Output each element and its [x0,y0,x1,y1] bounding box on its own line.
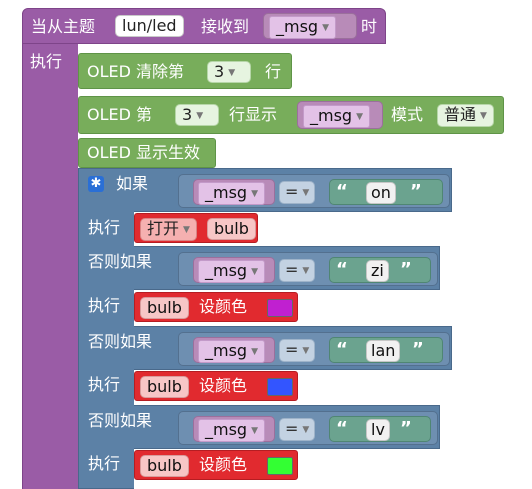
bulb-target-1[interactable]: bulb [140,297,189,319]
if-cond-1-string[interactable]: “ zi ” [329,257,431,283]
if-cond-0-string[interactable]: “ on ” [329,179,443,205]
event-body-spine [22,44,78,489]
bulb-target-2[interactable]: bulb [140,376,189,398]
gear-icon[interactable]: ✱ [88,176,104,192]
do-label-1: 执行 [88,296,121,315]
if-cond-3-value[interactable]: lv [366,419,390,441]
bulb-target-3[interactable]: bulb [140,455,189,477]
chevron-down-icon: ▼ [302,425,310,435]
open-quote-icon: “ [336,418,348,439]
do-label-3: 执行 [88,454,121,473]
if-cond-3-var-dropdown[interactable]: _msg ▼ [198,419,265,442]
color-swatch-2[interactable] [267,378,293,396]
if-cond-2[interactable]: _msg ▼ = ▼ “ lan ” [178,332,450,366]
chevron-down-icon: ▼ [251,347,258,357]
chevron-down-icon: ▼ [251,426,258,436]
if-cond-2-value[interactable]: lan [366,340,401,362]
oled-show-var-slot[interactable]: _msg ▼ [297,101,383,129]
action-0[interactable]: 打开 ▼ bulb [134,213,258,243]
oled-clear-prefix: OLED 清除第 [87,62,185,81]
set-color-label-3: 设颜色 [199,455,248,474]
oled-clear-suffix: 行 [265,62,282,81]
if-cond-3-op[interactable]: = ▼ [279,418,316,441]
if-cond-1-op[interactable]: = ▼ [279,259,316,282]
event-var-dropdown[interactable]: _msg ▼ [269,16,336,39]
action-1[interactable]: bulb 设颜色 [134,292,298,322]
action-2[interactable]: bulb 设颜色 [134,371,298,401]
close-quote-icon: ” [400,418,412,439]
if-cond-1[interactable]: _msg ▼ = ▼ “ zi ” [178,252,438,286]
open-quote-icon: “ [336,181,348,202]
if-cond-1-var-dropdown[interactable]: _msg ▼ [198,260,265,283]
chevron-down-icon: ▼ [251,189,258,199]
switch-dropdown[interactable]: 打开 ▼ [140,218,197,241]
open-quote-icon: “ [336,259,348,280]
if-label: 如果 [116,174,149,193]
oled-clear-block[interactable]: OLED 清除第 3 ▼ 行 [78,53,292,89]
chevron-down-icon: ▼ [302,346,310,356]
chevron-down-icon: ▼ [196,111,204,121]
oled-show-mid: 行显示 [229,105,278,124]
elseif-label-2: 否则如果 [88,332,153,351]
do-label-0: 执行 [88,218,121,237]
chevron-down-icon: ▼ [302,188,310,198]
if-cond-3-var[interactable]: _msg ▼ [193,416,275,442]
set-color-label-1: 设颜色 [199,297,248,316]
chevron-down-icon: ▼ [480,111,487,121]
color-swatch-3[interactable] [267,457,293,475]
oled-show-var-dropdown[interactable]: _msg ▼ [303,105,370,128]
chevron-down-icon: ▼ [251,267,258,277]
oled-mode-dropdown[interactable]: 普通 ▼ [437,104,494,127]
if-cond-2-string[interactable]: “ lan ” [329,337,443,363]
close-quote-icon: ” [400,259,412,280]
close-quote-icon: ” [412,339,424,360]
open-quote-icon: “ [336,339,348,360]
if-cond-0-value[interactable]: on [366,182,396,204]
chevron-down-icon: ▼ [322,23,329,33]
if-cond-0-var-dropdown[interactable]: _msg ▼ [198,182,265,205]
oled-show-block[interactable]: OLED 第 3 ▼ 行显示 _msg ▼ 模式 普通 ▼ [78,96,504,134]
bulb-target-0[interactable]: bulb [207,218,256,240]
if-cond-1-value[interactable]: zi [366,260,389,282]
oled-show-line-slot[interactable]: 3 ▼ [175,104,219,126]
event-received-label: 接收到 [201,17,250,36]
if-cond-0-op[interactable]: = ▼ [279,181,316,204]
event-do-label: 执行 [30,52,63,71]
color-swatch-1[interactable] [267,299,293,317]
event-var-slot[interactable]: _msg ▼ [263,13,357,39]
if-cond-2-var[interactable]: _msg ▼ [193,337,275,363]
oled-apply-block[interactable]: OLED 显示生效 [78,138,216,168]
if-cond-1-var[interactable]: _msg ▼ [193,257,275,283]
oled-clear-line-slot[interactable]: 3 ▼ [207,61,251,83]
chevron-down-icon: ▼ [183,225,190,235]
topic-field[interactable]: lun/led [115,15,184,37]
elseif-label-1: 否则如果 [88,252,153,271]
mqtt-event-block[interactable]: 当从主题 lun/led 接收到 _msg ▼ 时 [22,8,386,44]
if-spine [78,168,134,489]
event-prefix: 当从主题 [31,17,96,36]
chevron-down-icon: ▼ [356,112,363,122]
chevron-down-icon: ▼ [302,266,310,276]
set-color-label-2: 设颜色 [199,376,248,395]
action-3[interactable]: bulb 设颜色 [134,450,298,480]
if-cond-3-string[interactable]: “ lv ” [329,416,431,442]
chevron-down-icon: ▼ [228,68,236,78]
oled-apply-label: OLED 显示生效 [87,143,201,162]
elseif-label-3: 否则如果 [88,411,153,430]
if-cond-0-var[interactable]: _msg ▼ [193,179,275,205]
oled-show-prefix: OLED 第 [87,105,153,124]
if-cond-0[interactable]: _msg ▼ = ▼ “ on ” [178,174,450,208]
event-suffix: 时 [361,17,378,36]
oled-mode-label: 模式 [391,105,424,124]
if-cond-2-var-dropdown[interactable]: _msg ▼ [198,340,265,363]
if-cond-3[interactable]: _msg ▼ = ▼ “ lv ” [178,411,438,445]
do-label-2: 执行 [88,375,121,394]
if-cond-2-op[interactable]: = ▼ [279,339,316,362]
close-quote-icon: ” [410,181,422,202]
